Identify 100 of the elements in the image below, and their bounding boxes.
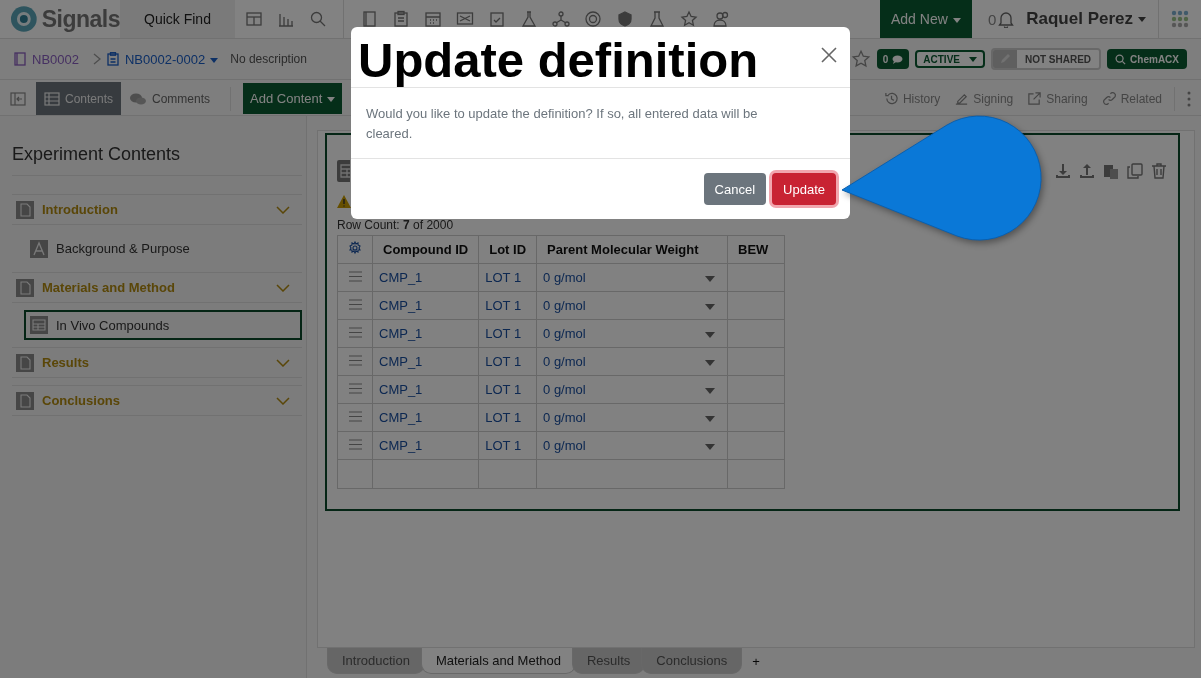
user-menu[interactable]: Raquel Perez <box>1026 9 1146 29</box>
drag-handle-icon[interactable] <box>348 355 362 366</box>
caret-icon[interactable] <box>705 304 716 310</box>
status-dropdown[interactable]: ACTIVE <box>915 50 985 68</box>
table-cell[interactable]: LOT 1 <box>478 431 537 460</box>
dialog-message: Would you like to update the definition? If so, all entered data will be cleared. <box>351 88 850 159</box>
column-header[interactable]: Parent Molecular Weight <box>536 235 728 264</box>
caret-icon[interactable] <box>705 388 716 394</box>
trash-icon[interactable] <box>1150 162 1168 180</box>
column-header[interactable]: Compound ID <box>372 235 479 264</box>
clipboard-icon <box>107 52 119 66</box>
app-logo[interactable]: Signals <box>41 5 120 33</box>
shield-icon[interactable] <box>616 10 634 28</box>
table-cell[interactable]: LOT 1 <box>478 319 537 348</box>
caret-icon[interactable] <box>705 416 716 422</box>
toolbar-button[interactable]: Signing <box>954 91 1014 106</box>
pen-icon <box>954 91 970 106</box>
clipboard-icon[interactable] <box>392 10 410 28</box>
drag-handle-icon[interactable] <box>348 439 362 450</box>
clock-icon <box>883 91 899 106</box>
collapse-panel-icon[interactable] <box>10 90 26 107</box>
table-cell[interactable]: LOT 1 <box>478 291 537 320</box>
notebook-icon[interactable] <box>360 10 378 28</box>
bell-icon[interactable] <box>998 10 1015 28</box>
check-icon[interactable] <box>488 10 506 28</box>
cancel-button[interactable]: Cancel <box>703 173 767 205</box>
chevron-down-icon[interactable] <box>276 358 290 367</box>
toolbar-button[interactable]: Sharing <box>1027 91 1088 106</box>
view-tab[interactable]: Comments <box>121 82 219 115</box>
caret-icon[interactable] <box>705 332 716 338</box>
notebook-link[interactable]: NB0002 <box>32 51 79 67</box>
drag-handle-icon[interactable] <box>348 299 362 310</box>
caret-icon[interactable] <box>705 276 716 282</box>
column-header[interactable]: Lot ID <box>478 235 537 264</box>
table-cell[interactable]: LOT 1 <box>478 347 537 376</box>
table-cell[interactable]: CMP_1 <box>372 431 479 460</box>
download-icon[interactable] <box>1054 162 1072 180</box>
users-icon[interactable] <box>712 10 730 28</box>
table-cell[interactable]: LOT 1 <box>478 403 537 432</box>
search-icon <box>1115 53 1127 65</box>
view-tab[interactable]: Contents <box>36 82 122 115</box>
toolbar-button[interactable]: History <box>883 91 941 106</box>
drag-handle-icon[interactable] <box>348 327 362 338</box>
chevron-down-icon[interactable] <box>276 396 290 405</box>
chevron-down-icon[interactable] <box>276 205 290 214</box>
text-icon <box>30 239 48 258</box>
section-header[interactable]: Introduction <box>12 194 302 225</box>
target-icon[interactable] <box>584 10 602 28</box>
caret-icon[interactable] <box>705 444 716 450</box>
speech-bubbles-icon <box>129 91 148 106</box>
update-button[interactable]: Update <box>772 173 836 205</box>
notification-count: 0 <box>987 10 997 28</box>
document-icon <box>16 200 34 219</box>
section-header[interactable]: Conclusions <box>12 385 302 416</box>
chemacx-search-button[interactable]: ChemACX <box>1107 49 1187 69</box>
section-item[interactable]: Background & Purpose <box>24 232 302 265</box>
speech-bubble-icon <box>892 54 904 64</box>
upload-icon[interactable] <box>1078 162 1096 180</box>
table-cell[interactable]: CMP_1 <box>372 263 479 292</box>
table-cell[interactable]: LOT 1 <box>478 263 537 292</box>
table-cell[interactable]: LOT 1 <box>478 375 537 404</box>
add-sheet-button[interactable]: + <box>752 654 760 669</box>
quick-find-button[interactable]: Quick Find <box>120 0 235 38</box>
table-cell[interactable]: CMP_1 <box>372 403 479 432</box>
table-cell[interactable]: CMP_1 <box>372 319 479 348</box>
beaker-icon[interactable] <box>648 10 666 28</box>
star-icon[interactable] <box>680 10 698 28</box>
section-header[interactable]: Results <box>12 347 302 378</box>
settings-icon[interactable] <box>348 241 362 255</box>
share-icon <box>1027 91 1043 106</box>
sharing-toggle[interactable]: NOT SHARED <box>990 48 1102 70</box>
add-new-button[interactable]: Add New <box>879 0 972 38</box>
section-header[interactable]: Materials and Method <box>12 272 302 303</box>
drag-handle-icon[interactable] <box>348 383 362 394</box>
more-options-icon[interactable] <box>1187 90 1191 107</box>
layout-icon[interactable] <box>245 10 263 28</box>
search-icon[interactable] <box>309 10 327 28</box>
section-item[interactable]: In Vivo Compounds <box>24 310 302 340</box>
table-cell[interactable]: CMP_1 <box>372 375 479 404</box>
experiment-dropdown[interactable]: NB0002-0002 <box>125 51 219 67</box>
drag-handle-icon[interactable] <box>348 411 362 422</box>
star-icon[interactable] <box>850 49 871 69</box>
flask-icon[interactable] <box>520 10 538 28</box>
table-icon <box>337 160 350 182</box>
chevron-down-icon[interactable] <box>276 283 290 292</box>
column-header[interactable]: BEW <box>727 235 785 264</box>
sheet-tab[interactable]: Conclusions <box>641 648 743 674</box>
table-cell[interactable]: CMP_1 <box>372 347 479 376</box>
table-cell[interactable]: CMP_1 <box>372 291 479 320</box>
calendar-icon[interactable] <box>424 10 442 28</box>
network-icon[interactable] <box>552 10 570 28</box>
add-content-button[interactable]: Add Content <box>243 83 343 114</box>
apps-grid-icon[interactable] <box>1171 10 1189 28</box>
document-icon <box>16 353 34 372</box>
drag-handle-icon[interactable] <box>348 271 362 282</box>
comment-count-badge[interactable]: 0 <box>876 49 910 69</box>
copy-icon[interactable] <box>1126 162 1144 180</box>
close-icon[interactable] <box>821 47 837 63</box>
caret-icon[interactable] <box>705 360 716 366</box>
toolbar-button[interactable]: Related <box>1101 91 1162 106</box>
